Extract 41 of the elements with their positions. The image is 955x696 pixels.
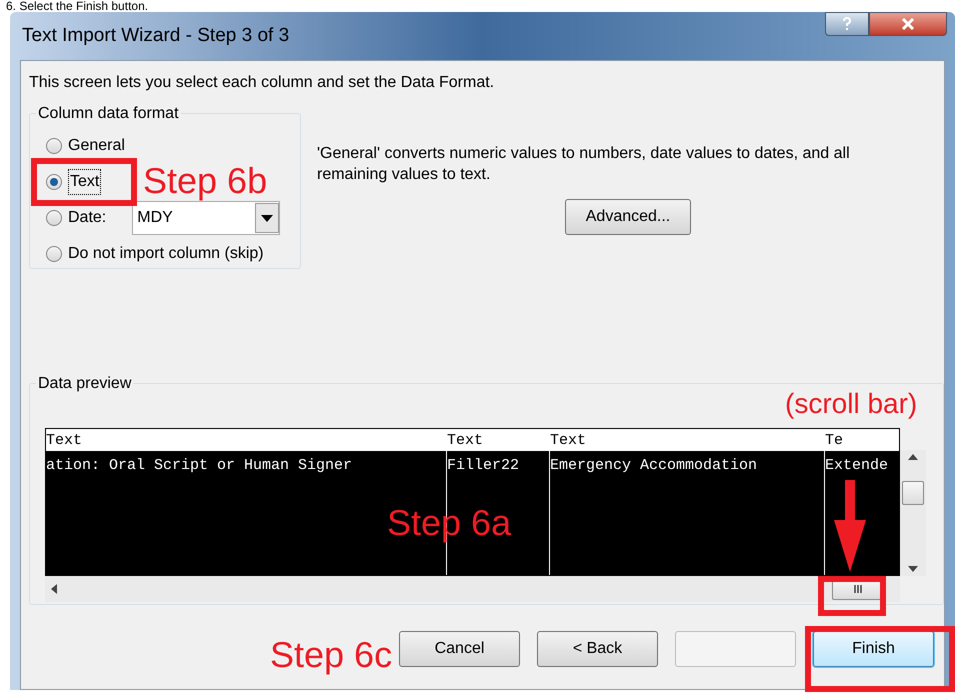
- step-annotation: Step 6c: [270, 637, 392, 673]
- close-icon: [901, 18, 915, 30]
- radio-label[interactable]: Do not import column (skip): [68, 242, 264, 266]
- close-button[interactable]: [869, 12, 947, 36]
- help-button[interactable]: [825, 12, 869, 36]
- highlight-box: [818, 576, 886, 616]
- table-cell-text: ation: Oral Script or Human Signer: [46, 456, 354, 476]
- radio-button[interactable]: [46, 138, 62, 154]
- horizontal-scrollbar[interactable]: [45, 576, 900, 602]
- scroll-bar-annotation: (scroll bar): [785, 390, 918, 418]
- radio-label[interactable]: General: [68, 134, 125, 158]
- dialog-button[interactable]: Cancel: [399, 631, 520, 667]
- column-header[interactable]: Text: [46, 429, 446, 451]
- help-icon: [842, 17, 852, 31]
- grip-icon: [853, 585, 863, 593]
- column-header[interactable]: Te: [825, 429, 899, 451]
- dialog-button[interactable]: Finish: [813, 631, 934, 667]
- caption-text: 6. Select the Finish button.: [5, 0, 150, 12]
- radio-label[interactable]: Date:: [68, 206, 106, 230]
- radio-button[interactable]: [46, 210, 62, 226]
- table-cell-text: Filler22: [447, 456, 520, 476]
- column-header[interactable]: Text: [447, 429, 549, 451]
- scroll-left-icon[interactable]: [51, 584, 57, 594]
- vertical-scrollbar[interactable]: [900, 450, 926, 576]
- table-cell-text: Extende: [825, 456, 890, 476]
- scroll-up-icon[interactable]: [908, 454, 918, 460]
- scroll-thumb[interactable]: [902, 481, 924, 505]
- dropdown-value: MDY: [137, 208, 173, 228]
- dialog-button[interactable]: < Back: [537, 631, 658, 667]
- window-title: Text Import Wizard - Step 3 of 3: [22, 24, 290, 48]
- description-text: 'General' converts numeric values to numbers, date values to dates, and all remaining values to text.: [317, 144, 851, 185]
- step-annotation: Step 6b: [143, 163, 268, 199]
- radio-button[interactable]: [46, 246, 62, 262]
- radio-button[interactable]: [46, 174, 62, 190]
- radio-label[interactable]: Text: [68, 169, 102, 195]
- column-header[interactable]: Text: [550, 429, 824, 451]
- scroll-down-icon[interactable]: [908, 566, 918, 572]
- table-cell-text: Emergency Accommodation: [550, 456, 758, 476]
- date-order-dropdown[interactable]: MDY: [132, 201, 280, 235]
- advanced-button[interactable]: Advanced...: [565, 199, 691, 235]
- intro-text: This screen lets you select each column and set the Data Format.: [29, 73, 496, 93]
